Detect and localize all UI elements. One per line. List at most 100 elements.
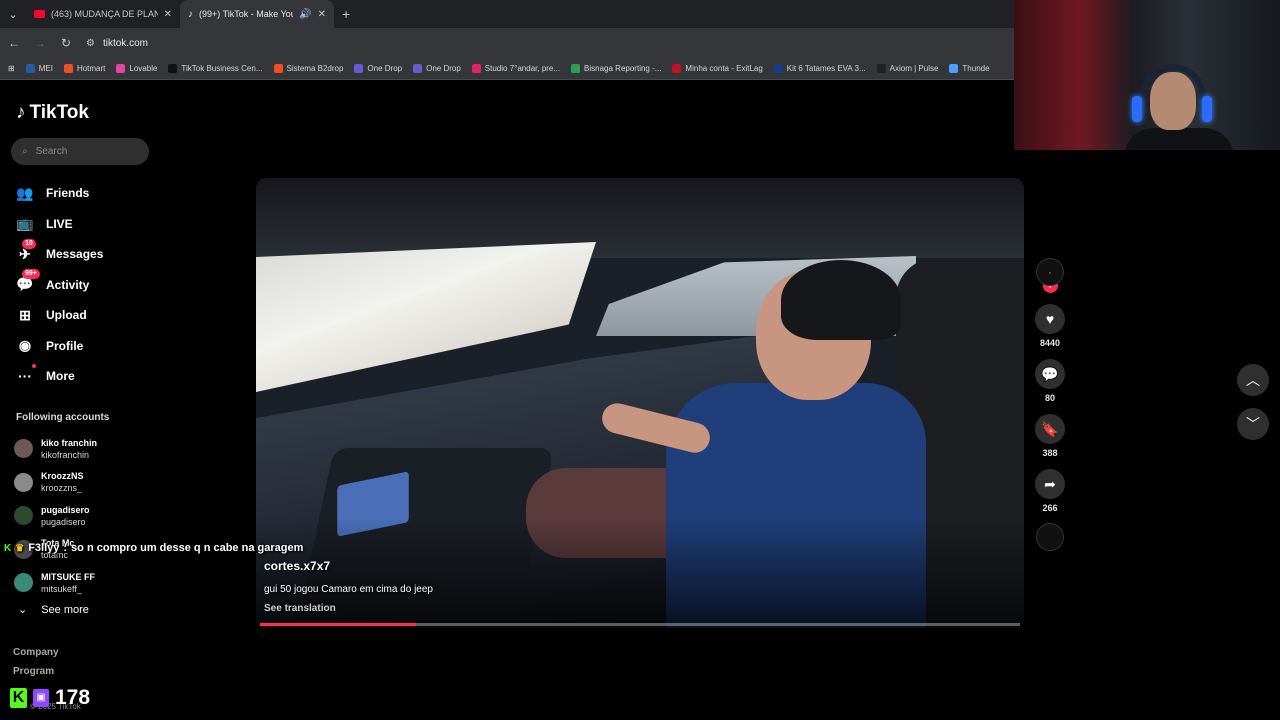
next-video-button[interactable]: ﹀ — [1237, 408, 1269, 440]
bookmark-item[interactable]: Lovable — [116, 64, 157, 73]
sidebar-item-label: Friends — [46, 186, 90, 201]
address-bar: ← → ↻ ⚙ tiktok.com — [0, 28, 1014, 58]
sidebar-item-label: Messages — [46, 247, 104, 262]
search-icon: ⌕ — [22, 146, 28, 157]
save-button[interactable]: 🔖 — [1035, 414, 1065, 444]
sidebar-item-live[interactable]: 📺 LIVE — [16, 209, 156, 240]
bookmark-label: Lovable — [129, 64, 158, 73]
sidebar-item-friends[interactable]: 👥 Friends — [16, 178, 156, 209]
sidebar-item-label: Upload — [46, 308, 87, 323]
more-icon: ··· — [16, 364, 36, 384]
account-name: kiko franchin — [41, 437, 98, 448]
bookmark-item[interactable]: One Drop — [413, 64, 461, 73]
comment-icon: 💬 — [1041, 365, 1059, 382]
speaker-icon[interactable]: 🔊 — [299, 9, 311, 20]
video-description: gui 50 jogou Camaro em cima do jeep — [264, 584, 433, 595]
messages-icon: ✈ 10 — [16, 238, 36, 263]
bookmark-favicon-icon — [413, 64, 423, 73]
close-icon[interactable]: ✕ — [318, 9, 326, 20]
creator-avatar[interactable]: ● — [1036, 258, 1064, 286]
bookmark-favicon-icon — [672, 64, 682, 73]
account-name: KroozzNS — [41, 471, 84, 482]
sidebar-item-messages[interactable]: ✈ 10 Messages — [16, 238, 156, 270]
bookmark-favicon-icon — [354, 64, 364, 73]
account-username: pugadisero — [41, 516, 86, 527]
site-info-icon[interactable]: ⚙ — [86, 38, 95, 49]
twitch-logo-icon: ▣ — [33, 689, 49, 707]
video-author[interactable]: cortes.x7x7 — [264, 559, 330, 573]
video-progress-fill — [260, 623, 416, 626]
notification-dot — [32, 364, 36, 369]
close-icon[interactable]: ✕ — [164, 9, 172, 20]
reload-button[interactable]: ↻ — [60, 36, 72, 50]
browser-tab-tiktok[interactable]: ♪ (99+) TikTok - Make Your Da 🔊 ✕ — [180, 0, 334, 28]
bookmark-item[interactable]: Kit 6 Tatames EVA 3... — [773, 64, 866, 73]
tiktok-logo-icon: ♪ — [16, 102, 26, 123]
bookmark-item[interactable]: Bisnaga Reporting -... — [571, 64, 661, 73]
url-text: tiktok.com — [102, 37, 148, 49]
tiktok-icon: ♪ — [188, 8, 193, 20]
see-translation-link[interactable]: See translation — [264, 603, 336, 614]
forward-button[interactable]: → — [34, 36, 46, 50]
tiktok-logo[interactable]: ♪ TikTok — [16, 102, 89, 124]
account-username: kroozzns_ — [41, 483, 83, 494]
apps-icon[interactable]: ⊞ — [8, 64, 15, 73]
streamer-body — [1124, 128, 1234, 150]
new-tab-button[interactable]: + — [342, 6, 350, 22]
video-frame-hair — [781, 260, 901, 340]
sidebar-item-upload[interactable]: ⊞ Upload — [16, 300, 156, 331]
share-button[interactable]: ➦ — [1035, 469, 1065, 499]
tab-search-button[interactable]: ⌄ — [0, 0, 26, 28]
following-account[interactable]: MITSUKE FF mitsukeff_ — [14, 566, 154, 600]
see-more-label: See more — [41, 603, 89, 616]
notification-badge: 99+ — [22, 269, 40, 280]
video-player[interactable]: cortes.x7x7 gui 50 jogou Camaro em cima … — [256, 178, 1024, 628]
bookmark-favicon-icon — [168, 64, 178, 73]
music-disc[interactable] — [1036, 523, 1064, 551]
like-button[interactable]: ♥ — [1035, 304, 1065, 334]
sidebar-item-activity[interactable]: 💬 99+ Activity — [16, 269, 156, 301]
bookmark-favicon-icon — [471, 64, 481, 73]
comment-button[interactable]: 💬 — [1035, 359, 1065, 389]
back-button[interactable]: ← — [8, 36, 20, 50]
url-field[interactable]: ⚙ tiktok.com — [86, 38, 148, 49]
bookmark-item[interactable]: Axiom | Pulse — [876, 64, 938, 73]
see-more-button[interactable]: ⌄ See more — [18, 603, 89, 617]
bookmark-label: One Drop — [367, 64, 403, 73]
bookmark-label: One Drop — [426, 64, 461, 73]
bookmark-item[interactable]: Minha conta - ExitLag — [672, 64, 763, 73]
following-account[interactable]: pugadisero pugadisero — [14, 499, 154, 533]
bookmark-label: Sistema B2drop — [286, 64, 344, 73]
search-input[interactable]: ⌕ Search — [11, 138, 149, 165]
footer-program-link[interactable]: Program — [13, 666, 54, 677]
sidebar-item-label: Profile — [46, 338, 84, 353]
following-account[interactable]: KroozzNS kroozzns_ — [14, 466, 154, 500]
crown-icon: ♛ — [15, 542, 25, 554]
bookmarks-bar: ⊞ MEI Hotmart Lovable TikTok Business Cen..… — [0, 58, 1014, 80]
bookmark-item[interactable]: Hotmart — [63, 64, 105, 73]
bookmark-favicon-icon — [25, 64, 35, 73]
bookmark-item[interactable]: MEI — [25, 64, 53, 73]
video-frame-roof — [256, 178, 1024, 258]
bookmark-item[interactable]: One Drop — [354, 64, 402, 73]
bookmark-favicon-icon — [63, 64, 73, 73]
previous-video-button[interactable]: ︿ — [1237, 364, 1269, 396]
headset-icon — [1140, 64, 1206, 114]
share-icon: ➦ — [1044, 475, 1056, 492]
sidebar-item-profile[interactable]: ◉ Profile — [16, 331, 156, 362]
video-progress-bar[interactable] — [260, 623, 1020, 626]
chevron-down-icon: ﹀ — [1246, 416, 1260, 432]
upload-icon: ⊞ — [19, 306, 31, 323]
avatar — [14, 439, 33, 459]
bookmark-item[interactable]: TikTok Business Cen... — [168, 64, 263, 73]
bookmark-item[interactable]: Thunde — [949, 64, 990, 73]
bookmark-item[interactable]: Studio 7°andar, pre... — [471, 64, 560, 73]
bookmark-favicon-icon — [773, 64, 783, 73]
footer-company-link[interactable]: Company — [13, 647, 59, 658]
browser-tab-youtube[interactable]: (463) MUDANÇA DE PLANOS: ✕ — [26, 0, 180, 28]
sidebar-item-more[interactable]: ··· More — [16, 361, 156, 392]
account-username: kikofranchin — [41, 449, 90, 460]
following-account[interactable]: kiko franchin kikofranchin — [14, 432, 154, 466]
bookmark-item[interactable]: Sistema B2drop — [273, 64, 344, 73]
bookmark-favicon-icon — [876, 64, 886, 73]
